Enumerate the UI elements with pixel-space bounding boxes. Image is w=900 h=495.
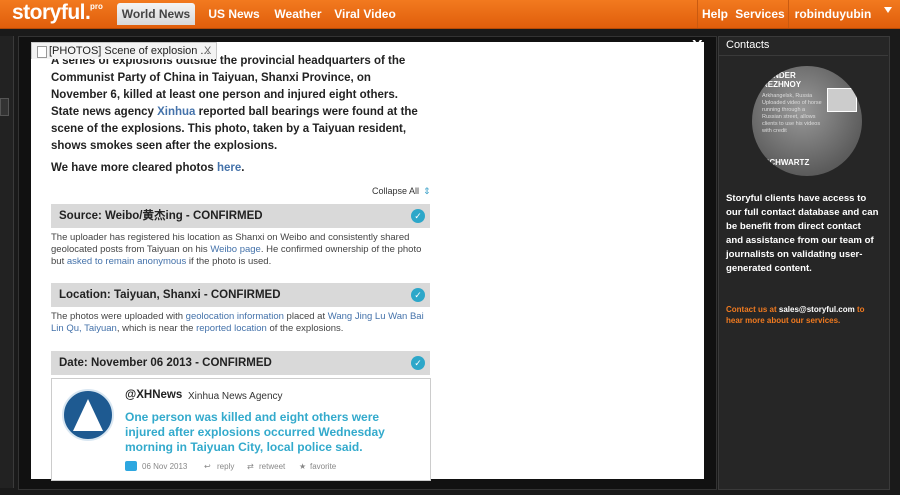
- services-link[interactable]: Services: [735, 3, 785, 25]
- section-text: , which is near the: [116, 323, 197, 334]
- contacts-preview-image: XANDER REZHNOY Arkhangelsk, Russia Uploa…: [752, 66, 862, 176]
- help-link[interactable]: Help: [700, 3, 730, 25]
- reported-location-link[interactable]: reported location: [196, 323, 267, 334]
- story-lead-paragraph: A series of explosions outside the provi…: [51, 53, 426, 155]
- section-title: Date: November 06 2013 - CONFIRMED: [59, 357, 272, 369]
- tweet-date[interactable]: 06 Nov 2013: [142, 462, 187, 471]
- xinhua-link[interactable]: Xinhua: [157, 106, 195, 118]
- contacts-description: Storyful clients have access to our full…: [726, 193, 879, 274]
- more-photos-link[interactable]: here: [217, 162, 241, 174]
- section-text: of the explosions.: [266, 323, 344, 334]
- left-panel-edge: [0, 36, 14, 488]
- check-icon[interactable]: ✓: [411, 356, 425, 370]
- tab-weather[interactable]: Weather: [270, 3, 326, 25]
- section-title: Location: Taiyuan, Shanxi - CONFIRMED: [59, 289, 281, 301]
- contact-description: Arkhangelsk, Russia Uploaded video of ho…: [762, 93, 822, 134]
- tab-world-news[interactable]: World News: [117, 3, 195, 25]
- weibo-page-link[interactable]: Weibo page: [210, 244, 261, 255]
- source-section-header[interactable]: Source: Weibo/黄杰ing - CONFIRMED ✓: [51, 204, 430, 228]
- more-text: We have more cleared photos: [51, 162, 217, 174]
- chevron-down-icon[interactable]: [884, 7, 892, 13]
- anonymous-link[interactable]: asked to remain anonymous: [67, 256, 186, 267]
- favorite-icon[interactable]: ★: [299, 462, 306, 471]
- contacts-title: Contacts: [726, 39, 770, 51]
- embedded-tweet: @XHNews Xinhua News Agency One person wa…: [51, 378, 431, 481]
- section-text: placed at: [283, 311, 328, 322]
- tweet-text: One person was killed and eight others w…: [125, 410, 385, 454]
- location-section-header[interactable]: Location: Taiyuan, Shanxi - CONFIRMED ✓: [51, 283, 430, 307]
- cta-text: Contact us at: [726, 305, 779, 314]
- tweet-author-name: Xinhua News Agency: [188, 391, 283, 402]
- location-section-body: The photos were uploaded with geolocatio…: [51, 311, 432, 335]
- tab-viral-video[interactable]: Viral Video: [332, 3, 398, 25]
- retweet-link[interactable]: retweet: [259, 462, 285, 471]
- date-section-header[interactable]: Date: November 06 2013 - CONFIRMED ✓: [51, 351, 430, 375]
- more-text: .: [241, 162, 245, 174]
- contact-name: XANDER REZHNOY: [762, 71, 802, 89]
- top-nav-bar: storyful. pro World News US News Weather…: [0, 0, 900, 29]
- contacts-cta: Contact us at sales@storyful.com to hear…: [726, 304, 880, 326]
- logo-pro-label: pro: [90, 2, 103, 11]
- more-photos-paragraph: We have more cleared photos here.: [51, 162, 244, 174]
- contact-thumbnail: [827, 88, 857, 112]
- section-text: if the photo is used.: [186, 256, 272, 267]
- sales-email-link[interactable]: sales@storyful.com: [779, 305, 855, 314]
- section-text: The photos were uploaded with: [51, 311, 186, 322]
- contact-name: SCHWARTZ: [764, 158, 810, 167]
- contacts-divider: [719, 55, 888, 56]
- xinhua-avatar[interactable]: [62, 389, 114, 441]
- twitter-bird-icon: [125, 461, 137, 471]
- collapse-arrows-icon[interactable]: ⇕: [423, 186, 431, 197]
- nav-divider: [697, 0, 698, 28]
- check-icon[interactable]: ✓: [411, 288, 425, 302]
- reply-link[interactable]: reply: [217, 462, 234, 471]
- document-icon: [37, 46, 47, 58]
- tab-close-icon[interactable]: X: [204, 43, 211, 59]
- geolocation-link[interactable]: geolocation information: [186, 311, 284, 322]
- left-panel-control[interactable]: [0, 98, 9, 116]
- retweet-icon[interactable]: ⇄: [247, 462, 254, 471]
- xinhua-logo-icon: [73, 399, 103, 431]
- storyful-logo[interactable]: storyful.: [12, 1, 91, 25]
- check-icon[interactable]: ✓: [411, 209, 425, 223]
- document-tab-title: [PHOTOS] Scene of explosion ...: [49, 45, 210, 57]
- collapse-all-button[interactable]: Collapse All: [372, 186, 419, 196]
- favorite-link[interactable]: favorite: [310, 462, 336, 471]
- tweet-handle[interactable]: @XHNews: [125, 389, 182, 401]
- tab-us-news[interactable]: US News: [203, 3, 265, 25]
- source-section-body: The uploader has registered his location…: [51, 232, 432, 268]
- section-title: Source: Weibo/黄杰ing - CONFIRMED: [59, 210, 263, 222]
- nav-divider: [788, 0, 789, 28]
- document-tab[interactable]: [PHOTOS] Scene of explosion ... X: [31, 42, 217, 59]
- reply-icon[interactable]: ↩: [204, 462, 211, 471]
- user-menu[interactable]: robinduyubin: [792, 3, 874, 25]
